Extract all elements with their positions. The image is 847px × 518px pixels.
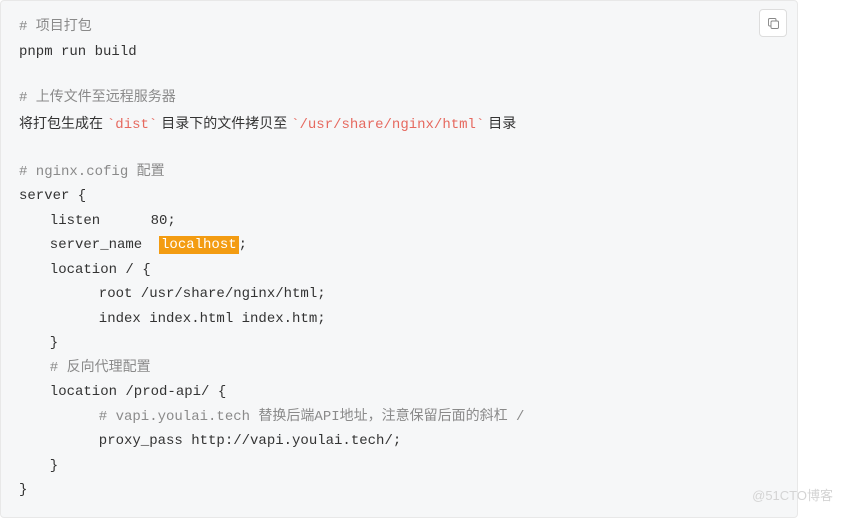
location-root-open: location / {	[19, 258, 779, 283]
comment-upload: # 上传文件至远程服务器	[19, 86, 779, 111]
location-prodapi-open: location /prod-api/ {	[19, 380, 779, 405]
comment-vapi: # vapi.youlai.tech 替换后端API地址，注意保留后面的斜杠 /	[19, 405, 779, 430]
copy-button[interactable]	[759, 9, 787, 37]
text-part: 目录	[484, 115, 516, 131]
cmd-build: pnpm run build	[19, 40, 779, 65]
watermark-text: @51CTO博客	[752, 485, 833, 504]
comment-build: # 项目打包	[19, 15, 779, 40]
servername-line: server_name localhost;	[19, 233, 779, 258]
location-prodapi-close: }	[19, 454, 779, 479]
copy-icon	[766, 16, 781, 31]
blank-line	[19, 137, 779, 159]
backtick: `	[291, 117, 299, 133]
servername-label: server_name	[50, 237, 159, 253]
inline-code-dist: dist	[115, 117, 149, 133]
listen-line: listen 80;	[19, 209, 779, 234]
comment-nginx: # nginx.cofig 配置	[19, 160, 779, 185]
proxy-pass-line: proxy_pass http://vapi.youlai.tech/;	[19, 429, 779, 454]
root-line: root /usr/share/nginx/html;	[19, 282, 779, 307]
server-close: }	[19, 478, 779, 503]
server-open: server {	[19, 184, 779, 209]
location-root-close: }	[19, 331, 779, 356]
text-part: 将打包生成在	[19, 115, 107, 131]
semicolon: ;	[239, 237, 247, 253]
blank-line	[19, 64, 779, 86]
comment-proxy: # 反向代理配置	[19, 356, 779, 381]
servername-highlight: localhost	[159, 236, 239, 254]
text-part: 目录下的文件拷贝至	[157, 115, 291, 131]
code-block: # 项目打包 pnpm run build # 上传文件至远程服务器 将打包生成…	[0, 0, 798, 518]
inline-code-path: /usr/share/nginx/html	[300, 117, 476, 133]
upload-instruction: 将打包生成在 `dist` 目录下的文件拷贝至 `/usr/share/ngin…	[19, 111, 779, 138]
index-line: index index.html index.htm;	[19, 307, 779, 332]
